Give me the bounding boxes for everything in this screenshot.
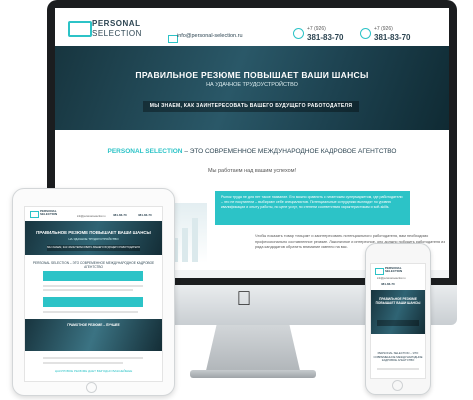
logo-text: PERSONAL SELECTION [385, 266, 403, 274]
phone-number[interactable]: 381-83-70 [113, 213, 127, 217]
phone-prefix: +7 (926) [374, 26, 393, 32]
hero-tagline: МЫ ЗНАЕМ, КАК ЗАИНТЕРЕСОВАТЬ ВАШЕГО БУДУ… [143, 101, 359, 112]
phone-prefix: +7 (926) [307, 26, 326, 32]
logo-icon [30, 211, 39, 218]
imac-base [190, 370, 316, 378]
logo-icon [375, 268, 384, 275]
hero-tagline: МЫ ЗНАЕМ, КАК ЗАИНТЕРЕСОВАТЬ ВАШЕГО БУДУ… [47, 245, 140, 251]
highlight-box [43, 297, 143, 307]
phone-icon [293, 28, 304, 39]
phone-icon [360, 28, 371, 39]
text-line [43, 357, 143, 359]
hero-banner: ПРАВИЛЬНОЕ РЕЗЮМЕ ПОВЫШАЕТ ВАШИ ШАНСЫ [371, 290, 425, 334]
hero-banner: ПРАВИЛЬНОЕ РЕЗЮМЕ ПОВЫШАЕТ ВАШИ ШАНСЫ НА… [25, 221, 162, 255]
text-line [43, 311, 138, 313]
phone-number[interactable]: 381-83-70 [307, 33, 343, 42]
hero-tagline-bar [377, 320, 419, 326]
hero-title: ПРАВИЛЬНОЕ РЕЗЮМЕ ПОВЫШАЕТ ВАШИ ШАНСЫ [135, 70, 369, 80]
text-line [43, 362, 123, 364]
email-link[interactable]: info@personal-selection.ru [77, 215, 105, 218]
hero-title: ПРАВИЛЬНОЕ РЕЗЮМЕ ПОВЫШАЕТ ВАШИ ШАНСЫ [36, 230, 151, 235]
section-title: PERSONAL SELECTION – ЭТО СОВРЕМЕННОЕ МЕЖ… [373, 351, 423, 363]
phone-screen: PERSONAL SELECTION info@personal-selectio… [370, 263, 426, 379]
tablet-home-button [86, 382, 97, 393]
text-line [377, 368, 419, 370]
phone-home-button [392, 380, 403, 391]
email-link[interactable]: info@personal-selection.ru [377, 277, 405, 280]
hero-subtitle: НА УДАЧНОЕ ТРУДОУСТРОЙСТВО [68, 237, 119, 241]
logo-text-line1: PERSONAL [92, 19, 141, 28]
decor-bar [192, 218, 198, 262]
email-link[interactable]: info@personal-selection.ru [177, 33, 243, 39]
logo-icon [68, 21, 92, 37]
section-title: PERSONAL SELECTION – ЭТО СОВРЕМЕННОЕ МЕЖ… [32, 261, 155, 269]
phone-number[interactable]: 381-83-70 [374, 33, 410, 42]
phone-number[interactable]: 381-83-70 [381, 282, 395, 286]
apple-logo-icon:  [232, 286, 256, 312]
text-line [43, 289, 133, 291]
section-title-rest: – ЭТО СОВРЕМЕННОЕ МЕЖДУНАРОДНОЕ КАДРОВОЕ… [182, 148, 397, 155]
tablet-footer-title: ЦАКУРОВОЕ РЕЗЮМЕ ДАЕТ ВЫГОДНО ВАЖНЕЙШЕЕ [54, 369, 133, 373]
text-line [43, 285, 143, 287]
highlight-box [43, 271, 143, 281]
section-title-accent: PERSONAL SELECTION [107, 148, 183, 155]
highlight-box: Рынок труда не для нет такое название. Е… [215, 191, 410, 225]
decor-bar [182, 228, 188, 262]
section-subtitle: Мы работаем над вашим успехом! [207, 168, 297, 174]
tablet-screen: PERSONAL SELECTION info@personal-selectio… [24, 206, 163, 382]
secondary-banner: ГРАМОТНОЕ РЕЗЮМЕ – ЛУЧШЕЕ [25, 319, 162, 351]
site-header: PERSONAL SELECTION info@personal-selecti… [55, 8, 449, 47]
secondary-banner-title: ГРАМОТНОЕ РЕЗЮМЕ – ЛУЧШЕЕ [67, 323, 120, 327]
hero-title: ПРАВИЛЬНОЕ РЕЗЮМЕ ПОВЫШАЕТ ВАШИ ШАНСЫ [375, 297, 421, 305]
section-title: PERSONAL SELECTION – ЭТО СОВРЕМЕННОЕ МЕЖ… [55, 148, 449, 155]
phone-number[interactable]: 381-83-70 [138, 213, 152, 217]
hero-banner: ПРАВИЛЬНОЕ РЕЗЮМЕ ПОВЫШАЕТ ВАШИ ШАНСЫ НА… [55, 46, 449, 130]
imac-stand [205, 325, 301, 375]
logo-text-line2: SELECTION [92, 29, 142, 38]
logo-text: PERSONAL SELECTION [40, 209, 58, 217]
hero-subtitle: НА УДАЧНОЕ ТРУДОУСТРОЙСТВО [206, 82, 298, 88]
